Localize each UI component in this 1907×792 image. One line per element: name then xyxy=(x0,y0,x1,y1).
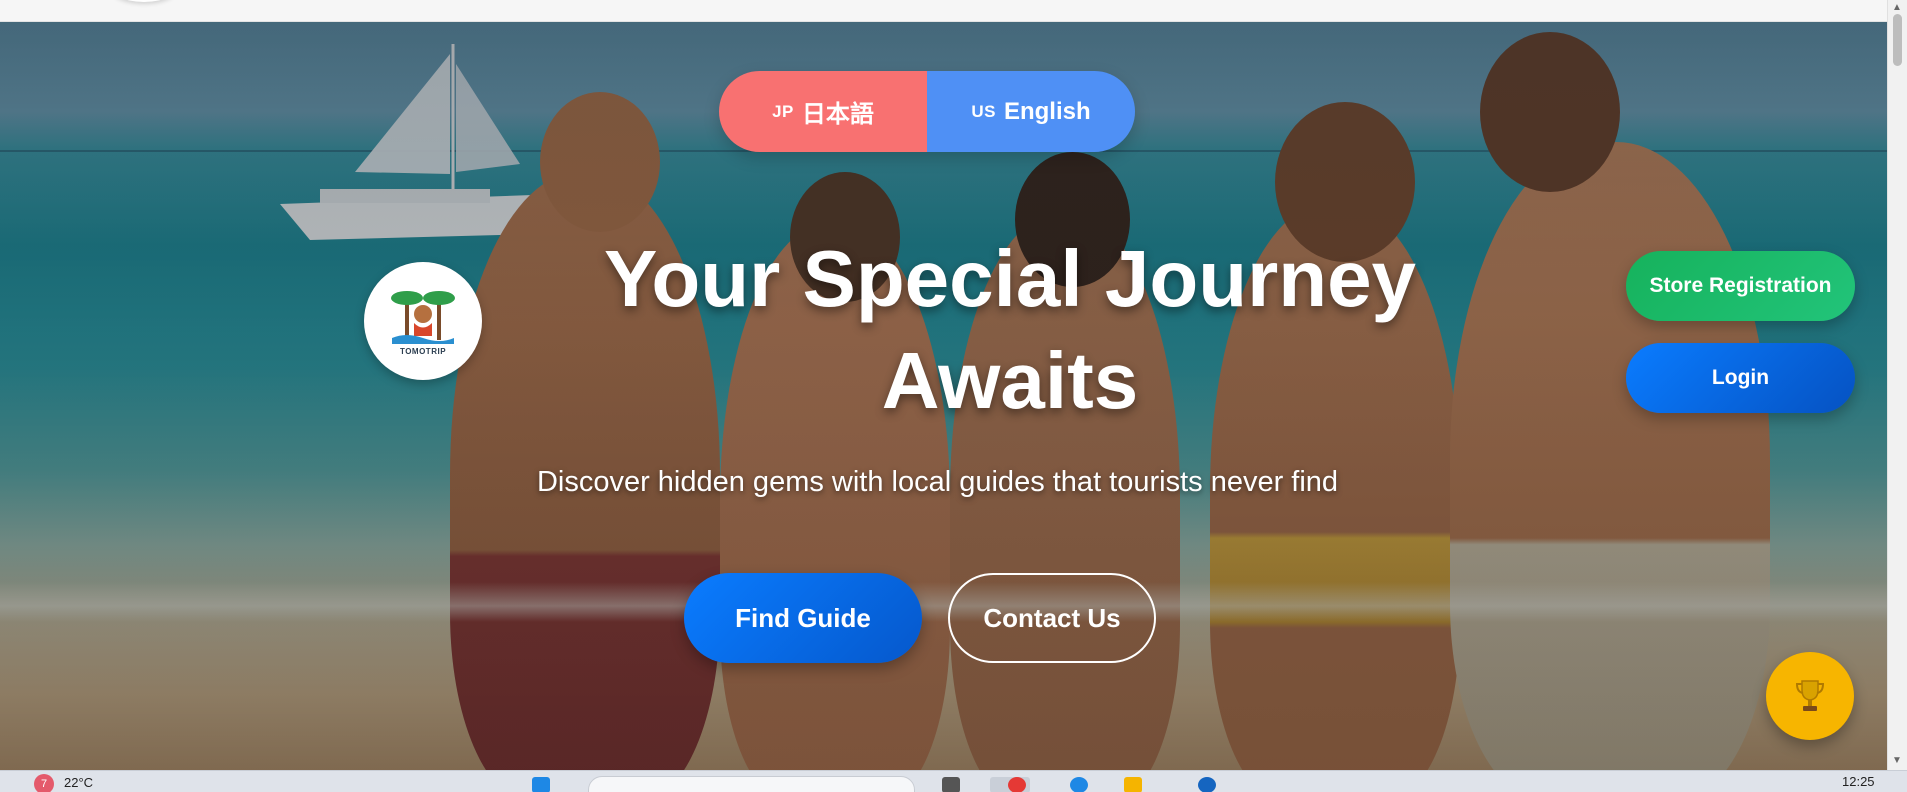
english-language-button[interactable]: US English xyxy=(927,71,1135,152)
logo-wordmark: TOMOTRIP xyxy=(399,347,447,356)
browser-icon[interactable] xyxy=(1008,777,1026,792)
trophy-icon xyxy=(1795,680,1825,711)
japanese-language-button[interactable]: JP 日本語 xyxy=(719,71,927,152)
hero-title: Your Special Journey Awaits xyxy=(540,228,1480,432)
hero-title-line-1: Your Special Journey xyxy=(603,234,1417,323)
app-icon[interactable] xyxy=(1198,777,1216,792)
hero-subtitle: Discover hidden gems with local guides t… xyxy=(536,466,1339,498)
store-registration-button[interactable]: Store Registration xyxy=(1626,251,1855,321)
hero-title-line-2: Awaits xyxy=(881,336,1139,425)
file-explorer-icon[interactable] xyxy=(1124,777,1142,792)
scroll-thumb[interactable] xyxy=(1893,14,1902,66)
login-button[interactable]: Login xyxy=(1626,343,1855,413)
contact-us-button[interactable]: Contact Us xyxy=(948,573,1156,663)
scroll-up-arrow-icon[interactable]: ▲ xyxy=(1892,3,1902,13)
page-scrollbar[interactable]: ▲ ▼ xyxy=(1887,0,1907,770)
japanese-label: 日本語 xyxy=(801,101,874,128)
find-guide-button[interactable]: Find Guide xyxy=(684,573,922,663)
start-menu-icon[interactable] xyxy=(532,777,550,792)
os-taskbar: 7 22°C 12:25 xyxy=(0,770,1907,792)
weather-badge[interactable]: 7 xyxy=(34,774,54,792)
taskbar-clock[interactable]: 12:25 xyxy=(1842,774,1875,789)
taskbar-search-input[interactable] xyxy=(588,776,915,792)
us-flag-icon: US xyxy=(971,101,996,121)
weather-temperature[interactable]: 22°C xyxy=(64,775,93,790)
edge-browser-icon[interactable] xyxy=(1070,777,1088,792)
palm-tree-icon xyxy=(391,291,455,344)
header-logo-edge[interactable] xyxy=(108,0,180,2)
scroll-down-arrow-icon[interactable]: ▼ xyxy=(1892,756,1902,766)
language-switch: JP 日本語 US English xyxy=(719,71,1135,152)
jp-flag-icon: JP xyxy=(772,101,794,121)
english-label: English xyxy=(1003,97,1091,125)
tomotrip-logo[interactable]: TOMOTRIP xyxy=(364,262,482,380)
task-view-icon[interactable] xyxy=(942,777,960,792)
browser-top-bar xyxy=(0,0,1887,22)
trophy-button[interactable] xyxy=(1766,652,1854,740)
